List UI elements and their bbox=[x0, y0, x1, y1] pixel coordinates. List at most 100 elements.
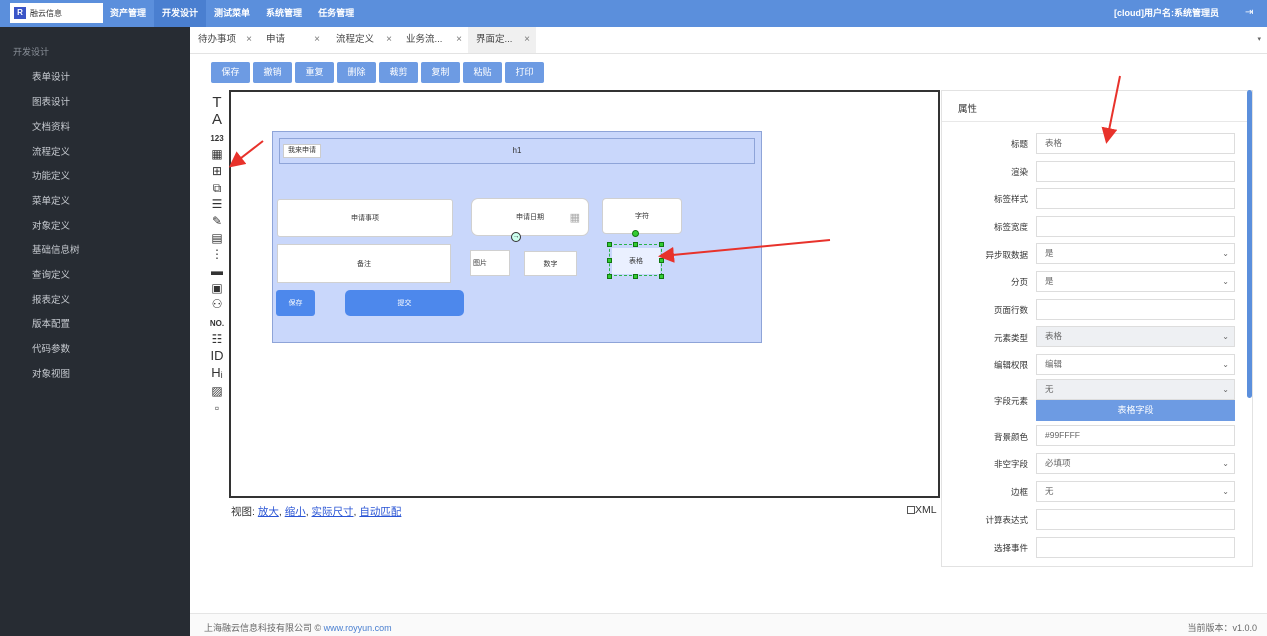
sidebar-item-object-view[interactable]: 对象视图 bbox=[32, 366, 70, 380]
serial-no-tool-icon[interactable]: NO. bbox=[206, 317, 228, 331]
tab-ui-def[interactable]: 界面定... × bbox=[468, 27, 536, 53]
close-icon[interactable]: × bbox=[524, 27, 530, 53]
h1-header[interactable]: 我来申请 h1 bbox=[279, 138, 755, 164]
sidebar-item-code-params[interactable]: 代码参数 bbox=[32, 341, 70, 355]
close-icon[interactable]: × bbox=[386, 27, 392, 53]
heading-tool-icon[interactable]: Hᵢ bbox=[206, 366, 228, 380]
prop-required-select[interactable]: 必填项 ⌄ bbox=[1036, 453, 1235, 474]
design-canvas[interactable]: 我来申请 h1 申请事项 申请日期 ▦ 字符 备注 图片 数字 表格 → 保存 … bbox=[229, 90, 940, 498]
sidebar-item-report[interactable]: 报表定义 bbox=[32, 292, 70, 306]
tab-todo[interactable]: 待办事项 × bbox=[190, 27, 258, 53]
document-tool-icon[interactable]: ☷ bbox=[206, 332, 228, 346]
field-string[interactable]: 字符 bbox=[602, 198, 682, 234]
field-number[interactable]: 数字 bbox=[524, 251, 577, 276]
prop-bg-color-input[interactable]: #99FFFF bbox=[1036, 425, 1235, 446]
nav-system[interactable]: 系统管理 bbox=[258, 0, 310, 27]
nav-dev-design[interactable]: 开发设计 bbox=[154, 0, 207, 27]
form-save-button[interactable]: 保存 bbox=[276, 290, 315, 316]
field-apply-date[interactable]: 申请日期 ▦ bbox=[471, 198, 589, 236]
print-button[interactable]: 打印 bbox=[505, 62, 544, 83]
zoom-out-link[interactable]: 缩小 bbox=[285, 506, 306, 518]
logo[interactable]: R 融云信息 bbox=[10, 3, 103, 23]
textarea-tool-icon[interactable]: ▤ bbox=[206, 231, 228, 245]
zoom-in-link[interactable]: 放大 bbox=[258, 506, 279, 518]
resize-handle[interactable] bbox=[607, 242, 612, 247]
connect-icon[interactable]: → bbox=[511, 232, 521, 242]
tab-business[interactable]: 业务流... × bbox=[398, 27, 468, 53]
div-tool-icon[interactable]: ▫ bbox=[206, 401, 228, 415]
checklist-tool-icon[interactable]: ⋮ bbox=[206, 247, 228, 261]
sidebar-item-function[interactable]: 功能定义 bbox=[32, 168, 70, 182]
prop-border-select[interactable]: 无 ⌄ bbox=[1036, 481, 1235, 502]
resize-handle[interactable] bbox=[607, 258, 612, 263]
calendar-tool-icon[interactable]: ▦ bbox=[206, 147, 228, 161]
sidebar-item-menu[interactable]: 菜单定义 bbox=[32, 193, 70, 207]
user-info[interactable]: [cloud]用户名:系统管理员 bbox=[1114, 0, 1219, 27]
sidebar-item-object[interactable]: 对象定义 bbox=[32, 218, 70, 232]
prop-title-input[interactable]: 表格 bbox=[1036, 133, 1235, 154]
xml-checkbox[interactable] bbox=[907, 506, 915, 515]
auto-fit-link[interactable]: 自动匹配 bbox=[359, 506, 401, 518]
label-tool-icon[interactable]: A bbox=[206, 112, 228, 127]
close-icon[interactable]: × bbox=[456, 27, 462, 53]
form-submit-button[interactable]: 提交 bbox=[345, 290, 464, 316]
date-tool-icon[interactable]: ▣ bbox=[206, 281, 228, 295]
chevron-down-icon[interactable]: ▾ bbox=[1257, 35, 1261, 43]
sidebar-item-process[interactable]: 流程定义 bbox=[32, 144, 70, 158]
resize-handle[interactable] bbox=[633, 242, 638, 247]
redo-button[interactable]: 重复 bbox=[295, 62, 334, 83]
sidebar-item-chart-design[interactable]: 图表设计 bbox=[32, 94, 70, 108]
resize-handle[interactable] bbox=[633, 274, 638, 279]
xml-toggle[interactable]: XML bbox=[907, 504, 937, 516]
resize-handle[interactable] bbox=[659, 242, 664, 247]
prop-page-rows-input[interactable] bbox=[1036, 299, 1235, 320]
logout-icon[interactable]: ⇥ bbox=[1245, 8, 1255, 18]
text-tool-icon[interactable]: T bbox=[206, 95, 228, 110]
prop-async-select[interactable]: 是 ⌄ bbox=[1036, 243, 1235, 264]
prop-edit-perm-select[interactable]: 编辑 ⌄ bbox=[1036, 354, 1235, 375]
sidebar-item-query[interactable]: 查询定义 bbox=[32, 267, 70, 281]
save-button[interactable]: 保存 bbox=[211, 62, 250, 83]
rotate-handle[interactable] bbox=[632, 230, 639, 237]
nav-test-menu[interactable]: 测试菜单 bbox=[206, 0, 258, 27]
prop-element-type-select[interactable]: 表格 ⌄ bbox=[1036, 326, 1235, 347]
sidebar-item-form-design[interactable]: 表单设计 bbox=[32, 69, 70, 83]
field-image[interactable]: 图片 bbox=[470, 250, 510, 276]
table-tool-icon[interactable]: ⊞ bbox=[206, 164, 228, 178]
resize-handle[interactable] bbox=[659, 274, 664, 279]
nav-task[interactable]: 任务管理 bbox=[310, 0, 362, 27]
sidebar-item-version[interactable]: 版本配置 bbox=[32, 316, 70, 330]
user-tool-icon[interactable]: ⚇ bbox=[206, 297, 228, 311]
prop-render-input[interactable] bbox=[1036, 161, 1235, 182]
properties-scrollbar[interactable] bbox=[1247, 90, 1252, 398]
sidebar-item-info-tree[interactable]: 基础信息树 bbox=[32, 242, 80, 256]
button-tool-icon[interactable]: ▬ bbox=[206, 264, 228, 278]
prop-expression-input[interactable] bbox=[1036, 509, 1235, 530]
prop-field-element-select[interactable]: 无 ⌄ bbox=[1036, 379, 1235, 400]
table-field-button[interactable]: 表格字段 bbox=[1036, 400, 1235, 421]
copy-button[interactable]: 复制 bbox=[421, 62, 460, 83]
tab-process-def[interactable]: 流程定义 × bbox=[328, 27, 398, 53]
sidebar-item-docs[interactable]: 文档资料 bbox=[32, 119, 70, 133]
number-tool-icon[interactable]: 123 bbox=[206, 132, 228, 146]
list-tool-icon[interactable]: ☰ bbox=[206, 197, 228, 211]
prop-label-width-input[interactable] bbox=[1036, 216, 1235, 237]
image-tool-icon[interactable]: ▨ bbox=[206, 384, 228, 398]
company-link[interactable]: www.royyun.com bbox=[324, 623, 392, 633]
cut-button[interactable]: 裁剪 bbox=[379, 62, 418, 83]
field-remark[interactable]: 备注 bbox=[277, 244, 451, 283]
nav-asset[interactable]: 资产管理 bbox=[102, 0, 154, 27]
id-tool-icon[interactable]: ID bbox=[206, 349, 228, 363]
tab-apply[interactable]: 申请 × bbox=[258, 27, 326, 53]
resize-handle[interactable] bbox=[607, 274, 612, 279]
delete-button[interactable]: 删除 bbox=[337, 62, 376, 83]
prop-label-style-input[interactable] bbox=[1036, 188, 1235, 209]
field-apply-item[interactable]: 申请事项 bbox=[277, 199, 453, 237]
paste-button[interactable]: 粘贴 bbox=[463, 62, 502, 83]
form-container[interactable]: 我来申请 h1 申请事项 申请日期 ▦ 字符 备注 图片 数字 表格 → 保存 … bbox=[272, 131, 762, 343]
attachment-tool-icon[interactable]: ✎ bbox=[206, 214, 228, 228]
undo-button[interactable]: 撤销 bbox=[253, 62, 292, 83]
actual-size-link[interactable]: 实际尺寸 bbox=[312, 506, 354, 518]
tree-tool-icon[interactable]: ⧉ bbox=[206, 181, 228, 195]
prop-select-event-input[interactable] bbox=[1036, 537, 1235, 558]
